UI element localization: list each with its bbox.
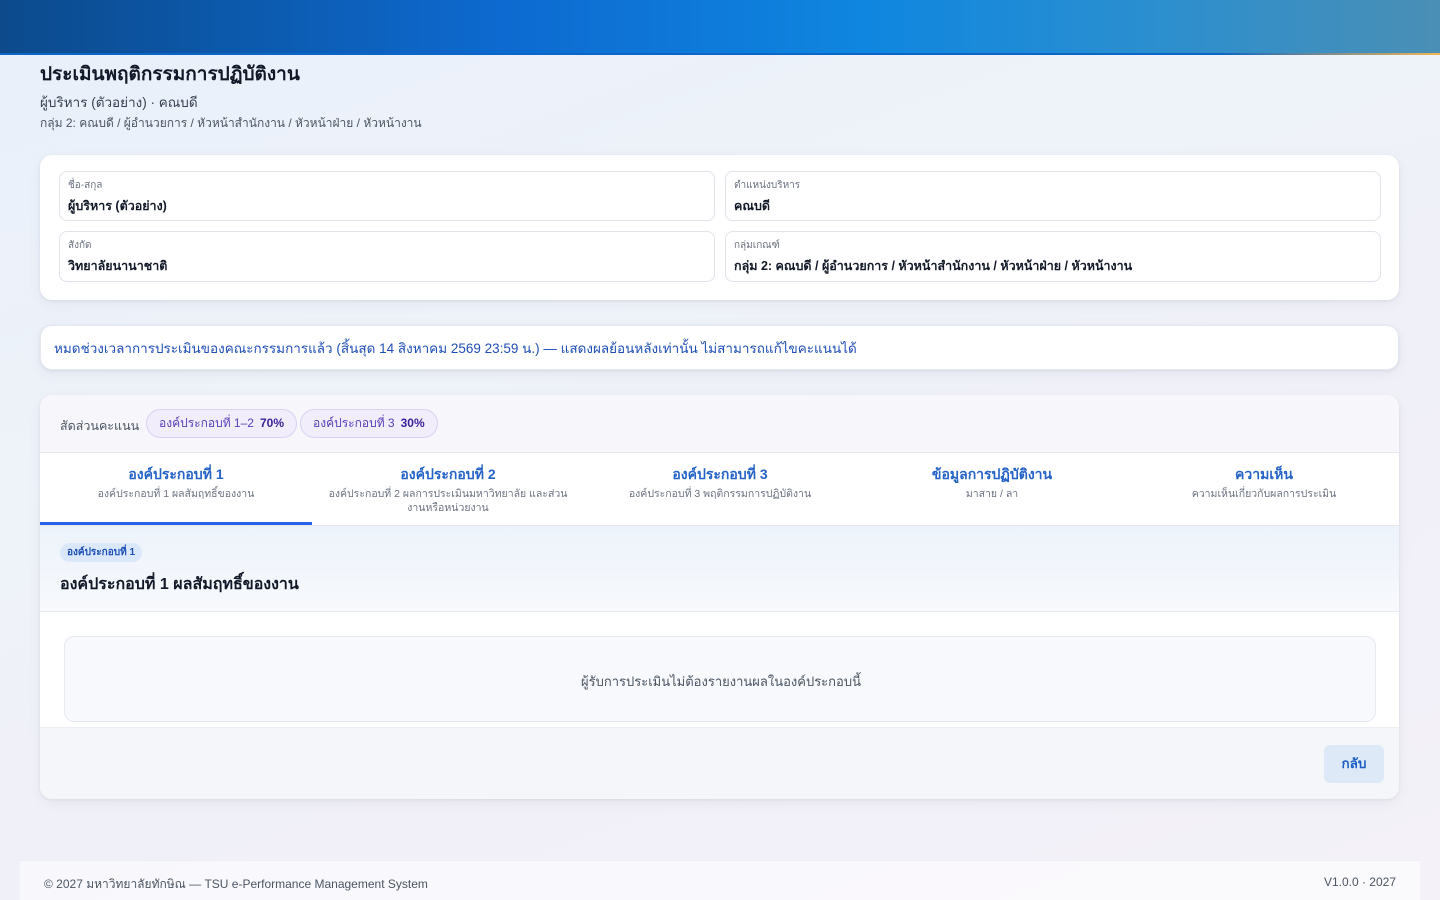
section-title: องค์ประกอบที่ 1 ผลสัมฤทธิ์ของงาน (60, 576, 299, 593)
empty-state-box: ผู้รับการประเมินไม่ต้องรายงานผลในองค์ประ… (64, 636, 1376, 722)
ratio-pill-label: องค์ประกอบที่ 3 (313, 416, 395, 430)
version-text: V1.0.0 · 2027 (1323, 875, 1396, 889)
tab-subtitle: องค์ประกอบที่ 2 ผลการประเมินมหาวิทยาลัย … (328, 488, 568, 514)
position-label: ตำแหน่งบริหาร (734, 180, 801, 191)
page-footer: © 2027 มหาวิทยาลัยทักษิณ — TSU e-Perform… (20, 860, 1420, 900)
ratio-pill-component-3: องค์ประกอบที่ 3 30% (300, 409, 438, 438)
component-tabs: องค์ประกอบที่ 1 องค์ประกอบที่ 1 ผลสัมฤทธ… (40, 453, 1399, 526)
empty-state-text: ผู้รับการประเมินไม่ต้องรายงานผลในองค์ประ… (581, 674, 861, 689)
ratio-pill-value: 30% (400, 416, 425, 430)
name-label: ชื่อ-สกุล (68, 180, 103, 191)
criteria-group-line: กลุ่ม 2: คณบดี / ผู้อำนวยการ / หัวหน้าสำ… (40, 116, 422, 130)
action-bar: กลับ (40, 727, 1399, 799)
tab-subtitle: ความเห็นเกี่ยวกับผลการประเมิน (1191, 488, 1337, 500)
tab-subtitle: องค์ประกอบที่ 1 ผลสัมฤทธิ์ของงาน (97, 488, 255, 500)
ratio-pill-value: 70% (259, 416, 284, 430)
criteria-value: กลุ่ม 2: คณบดี / ผู้อำนวยการ / หัวหน้าสำ… (734, 259, 1133, 273)
evaluation-panel: สัดส่วนคะแนน องค์ประกอบที่ 1–2 70% องค์ปร… (40, 395, 1399, 799)
tab-title: องค์ประกอบที่ 2 (400, 466, 496, 482)
notice-text: หมดช่วงเวลาการประเมินของคณะกรรมการแล้ว (… (54, 341, 857, 356)
tab-work-info[interactable]: ข้อมูลการปฏิบัติงาน มาสาย / ลา (856, 453, 1128, 525)
tab-subtitle: องค์ประกอบที่ 3 พฤติกรรมการปฏิบัติงาน (628, 488, 812, 500)
score-ratio-row: สัดส่วนคะแนน องค์ประกอบที่ 1–2 70% องค์ปร… (40, 395, 1399, 453)
tab-component-2[interactable]: องค์ประกอบที่ 2 องค์ประกอบที่ 2 ผลการประ… (312, 453, 584, 525)
ratio-pill-label: องค์ประกอบที่ 1–2 (159, 416, 254, 430)
evaluatee-info-card: ชื่อ-สกุล ผู้บริหาร (ตัวอย่าง) ตำแหน่งบร… (40, 155, 1399, 300)
affiliation-field: สังกัด วิทยาลัยนานาชาติ (59, 231, 715, 282)
tab-title: องค์ประกอบที่ 3 (672, 466, 768, 482)
score-ratio-label: สัดส่วนคะแนน (60, 419, 140, 433)
criteria-label: กลุ่มเกณฑ์ (734, 240, 780, 251)
affiliation-label: สังกัด (68, 240, 92, 251)
top-banner (0, 0, 1440, 55)
tab-component-1[interactable]: องค์ประกอบที่ 1 องค์ประกอบที่ 1 ผลสัมฤทธ… (40, 453, 312, 525)
tab-comments[interactable]: ความเห็น ความเห็นเกี่ยวกับผลการประเมิน (1128, 453, 1399, 525)
tab-title: ความเห็น (1235, 466, 1293, 482)
position-field: ตำแหน่งบริหาร คณบดี (725, 171, 1381, 221)
tab-title: ข้อมูลการปฏิบัติงาน (931, 466, 1053, 482)
section-badge: องค์ประกอบที่ 1 (60, 543, 143, 562)
tab-component-3[interactable]: องค์ประกอบที่ 3 องค์ประกอบที่ 3 พฤติกรรม… (584, 453, 856, 525)
tab-title: องค์ประกอบที่ 1 (128, 466, 224, 482)
name-value: ผู้บริหาร (ตัวอย่าง) (68, 199, 167, 213)
page-title: ประเมินพฤติกรรมการปฏิบัติงาน (40, 64, 300, 85)
page-subtitle: ผู้บริหาร (ตัวอย่าง) · คณบดี (40, 95, 198, 110)
name-field: ชื่อ-สกุล ผู้บริหาร (ตัวอย่าง) (59, 171, 715, 221)
criteria-field: กลุ่มเกณฑ์ กลุ่ม 2: คณบดี / ผู้อำนวยการ … (725, 231, 1381, 282)
position-value: คณบดี (734, 199, 771, 213)
copyright-text: © 2027 มหาวิทยาลัยทักษิณ — TSU e-Perform… (44, 877, 428, 891)
back-button[interactable]: กลับ (1324, 745, 1384, 783)
evaluation-closed-notice: หมดช่วงเวลาการประเมินของคณะกรรมการแล้ว (… (40, 325, 1399, 370)
page-header: ประเมินพฤติกรรมการปฏิบัติงาน ผู้บริหาร (… (40, 62, 940, 131)
ratio-pill-components-1-2: องค์ประกอบที่ 1–2 70% (146, 409, 297, 438)
affiliation-value: วิทยาลัยนานาชาติ (68, 259, 168, 273)
tab-subtitle: มาสาย / ลา (965, 488, 1019, 500)
section-header: องค์ประกอบที่ 1 องค์ประกอบที่ 1 ผลสัมฤทธ… (40, 526, 1399, 612)
